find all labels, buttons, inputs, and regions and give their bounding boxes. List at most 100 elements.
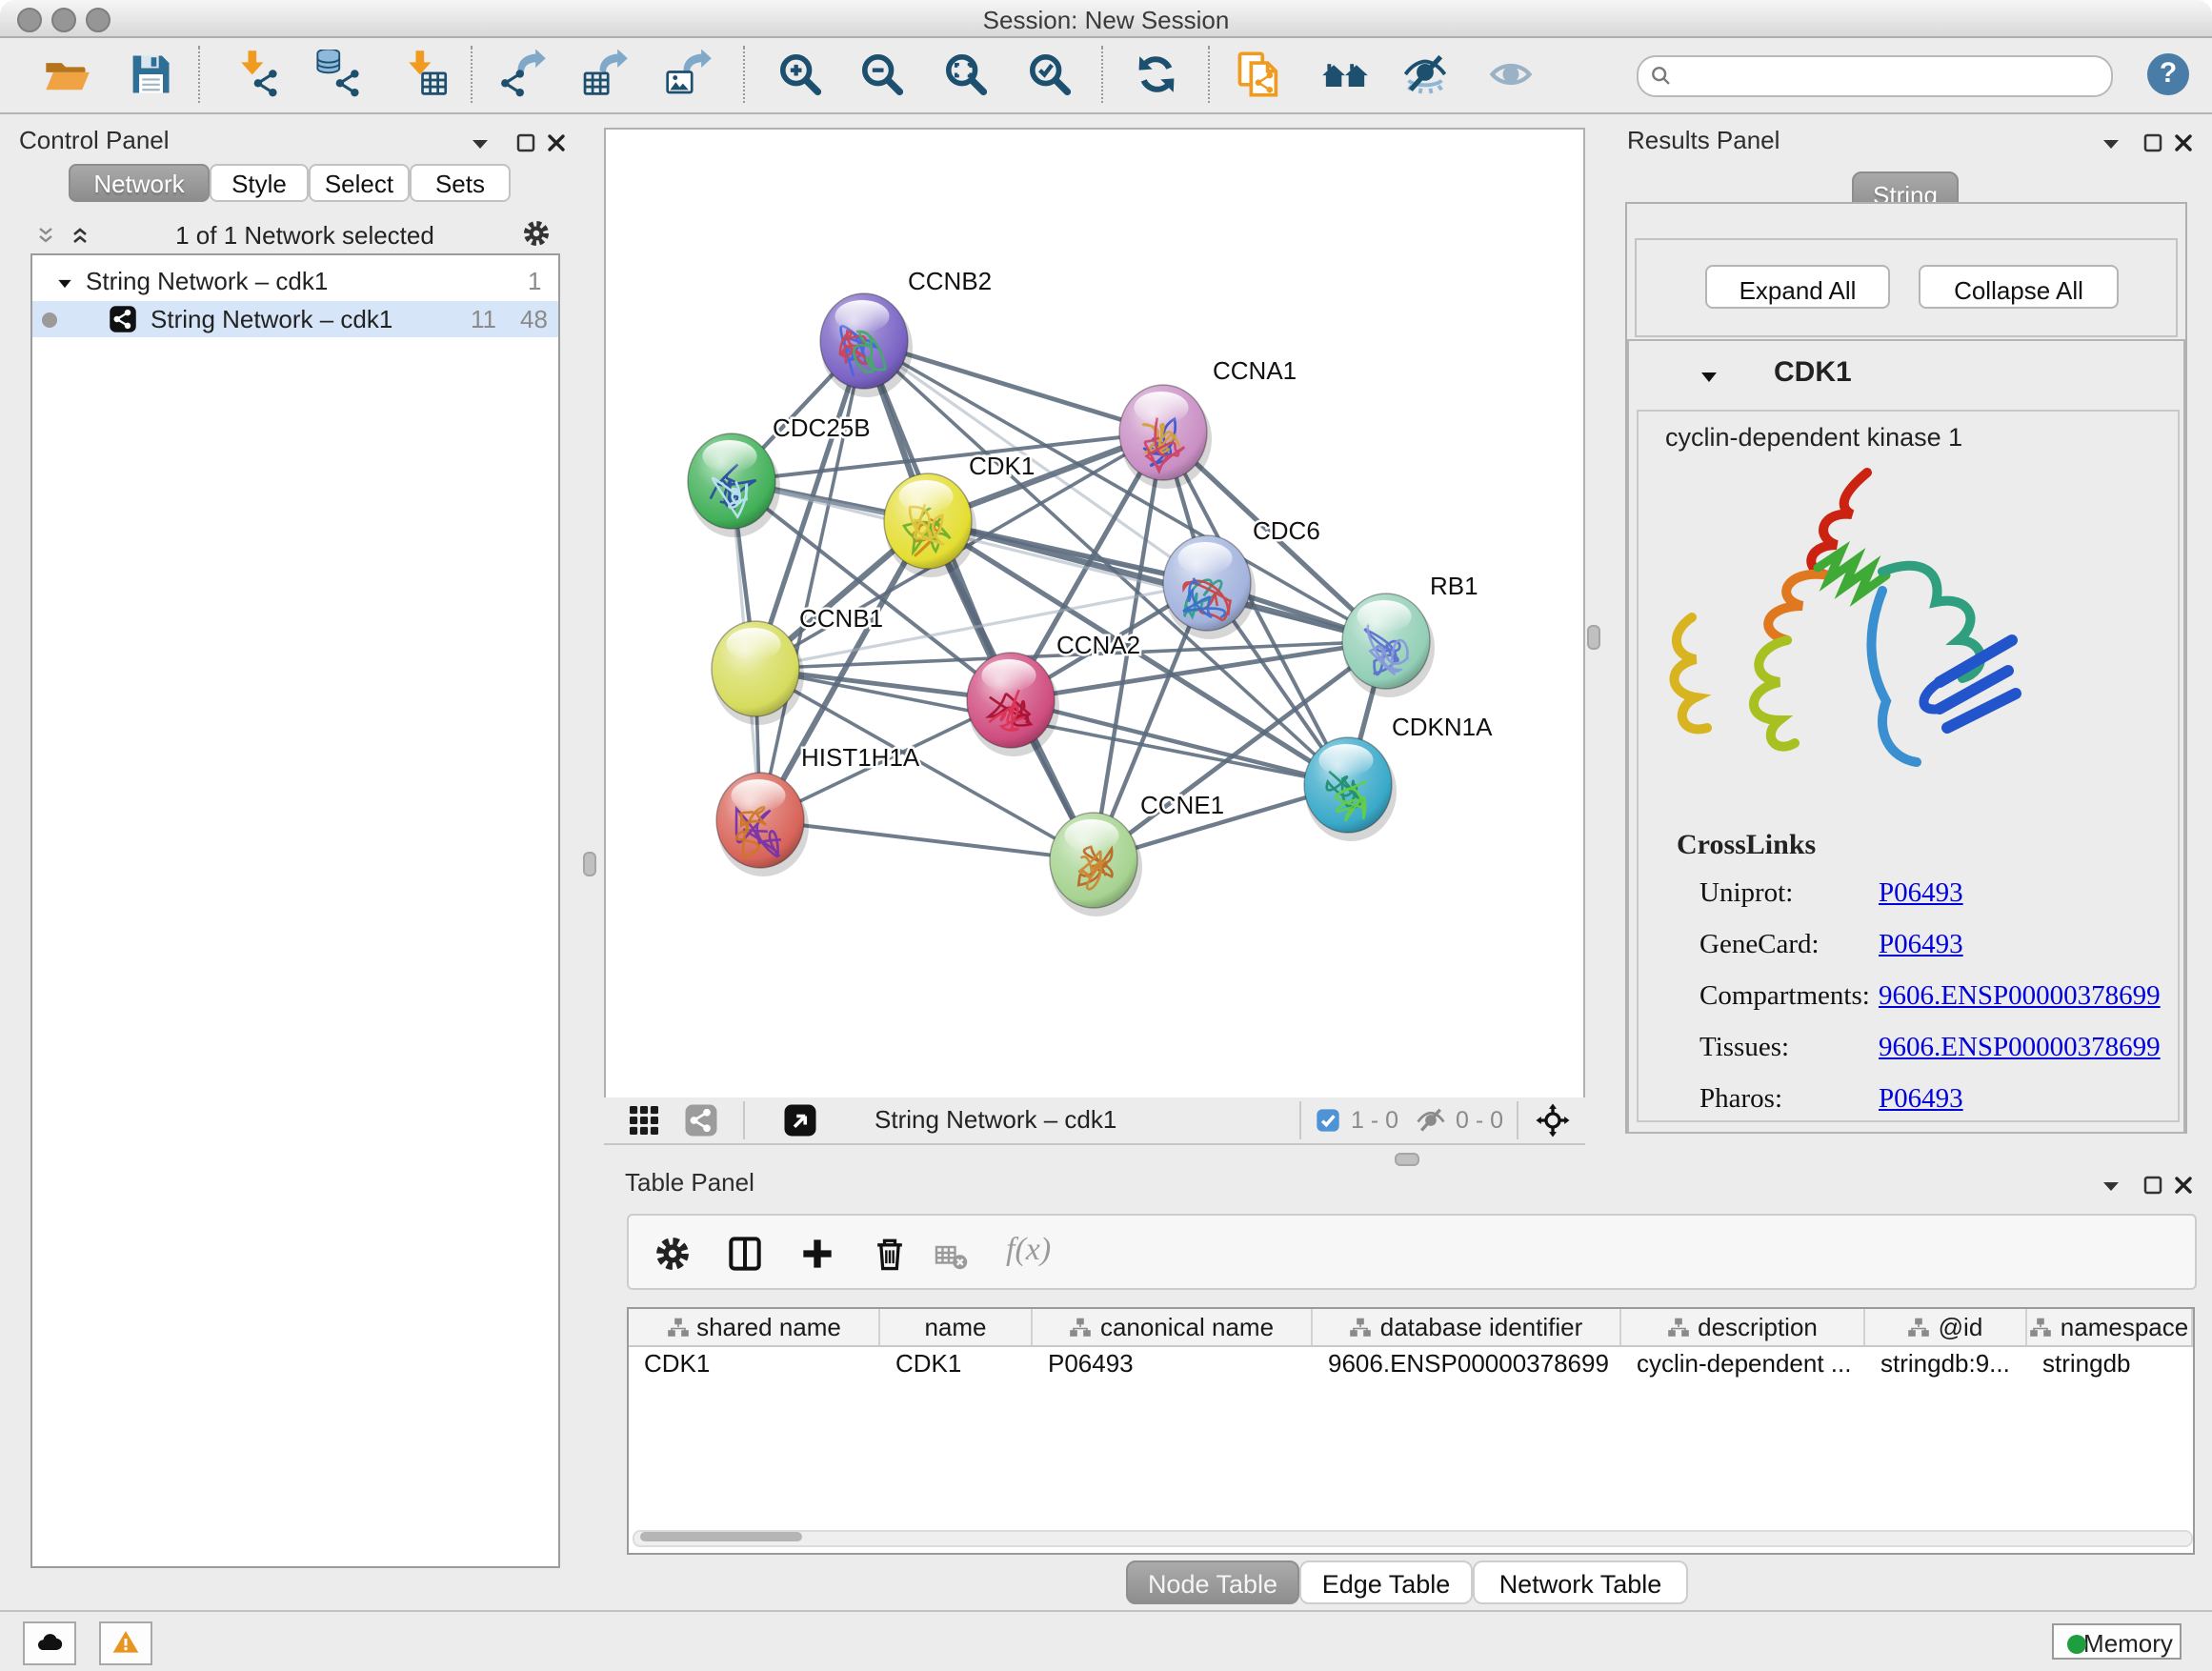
crosslink-link[interactable]: P06493: [1879, 878, 1963, 911]
network-node-HIST1H1A[interactable]: HIST1H1A: [716, 743, 920, 876]
hide-selected-icon[interactable]: [1400, 50, 1450, 99]
export-image-icon[interactable]: [665, 50, 714, 99]
show-all-icon[interactable]: [1486, 50, 1536, 99]
delete-column-trash-icon[interactable]: [869, 1233, 911, 1275]
tab-network-table[interactable]: Network Table: [1473, 1560, 1688, 1604]
expand-all-networks-icon[interactable]: [69, 223, 91, 246]
table-cell[interactable]: CDK1: [629, 1345, 880, 1383]
birds-eye-view-icon[interactable]: [783, 1103, 817, 1137]
table-cell[interactable]: CDK1: [880, 1345, 1033, 1383]
column-header-namespace[interactable]: namespace: [2027, 1309, 2193, 1345]
node-label: CCNA2: [1056, 631, 1140, 659]
string-view-icon[interactable]: [684, 1103, 718, 1137]
table-cell[interactable]: cyclin-dependent ...: [1621, 1345, 1865, 1383]
column-header-shared-name[interactable]: shared name: [629, 1309, 880, 1345]
network-row-selected[interactable]: String Network – cdk1 11 48: [32, 301, 558, 337]
collapse-all-networks-icon[interactable]: [34, 223, 57, 246]
column-header-canonical-name[interactable]: canonical name: [1033, 1309, 1313, 1345]
network-options-gear-icon[interactable]: [520, 217, 553, 250]
column-header-database-identifier[interactable]: database identifier: [1313, 1309, 1621, 1345]
scrollbar-thumb[interactable]: [640, 1532, 802, 1541]
memory-button[interactable]: Memory: [2052, 1623, 2182, 1660]
zoom-fit-icon[interactable]: [941, 50, 991, 99]
column-header-name[interactable]: name: [880, 1309, 1033, 1345]
table-cell[interactable]: stringdb: [2027, 1345, 2193, 1383]
zoom-in-icon[interactable]: [775, 50, 825, 99]
network-collection-row[interactable]: String Network – cdk1 1: [32, 265, 558, 301]
selected-checkbox-icon[interactable]: [1315, 1107, 1341, 1134]
table-row[interactable]: CDK1CDK1P064939606.ENSP00000378699cyclin…: [629, 1345, 2193, 1383]
network-node-CDKN1A[interactable]: CDKN1A: [1304, 713, 1493, 841]
network-edge[interactable]: [760, 820, 1094, 860]
cloud-status-button[interactable]: [23, 1621, 76, 1665]
crosslink-link[interactable]: P06493: [1879, 1084, 1963, 1117]
table-settings-gear-icon[interactable]: [652, 1233, 694, 1275]
open-file-icon[interactable]: [42, 50, 91, 99]
column-header-description[interactable]: description: [1621, 1309, 1865, 1345]
import-database-icon[interactable]: [314, 50, 364, 99]
results-panel-float-icon[interactable]: [2142, 130, 2164, 152]
refresh-icon[interactable]: [1132, 50, 1181, 99]
node-table[interactable]: shared namenamecanonical namedatabase id…: [627, 1307, 2195, 1555]
table-toolbar: f(x): [627, 1214, 2197, 1290]
crosslink-label: Pharos:: [1699, 1084, 1782, 1117]
search-box[interactable]: [1637, 55, 2113, 97]
table-cell[interactable]: stringdb:9...: [1865, 1345, 2027, 1383]
node-label: CCNB2: [908, 267, 992, 295]
export-table-icon[interactable]: [581, 50, 631, 99]
search-input[interactable]: [1680, 59, 2103, 93]
warnings-button[interactable]: [99, 1621, 152, 1665]
hidden-node-edge-counts: 0 - 0: [1456, 1107, 1503, 1134]
tab-style[interactable]: Style: [210, 164, 309, 202]
table-cell[interactable]: 9606.ENSP00000378699: [1313, 1345, 1621, 1383]
selected-node-edge-counts: 1 - 0: [1351, 1107, 1398, 1134]
control-panel-menu-icon[interactable]: [469, 131, 492, 154]
crosslink-link[interactable]: 9606.ENSP00000378699: [1879, 1033, 2161, 1065]
create-column-icon[interactable]: [796, 1233, 838, 1275]
results-panel-close-icon[interactable]: [2172, 130, 2195, 152]
gene-name: CDK1: [1774, 356, 1852, 389]
zoom-out-icon[interactable]: [857, 50, 907, 99]
column-header--id[interactable]: @id: [1865, 1309, 2027, 1345]
export-network-icon[interactable]: [499, 50, 549, 99]
collapse-triangle-icon[interactable]: [55, 274, 74, 293]
status-bar: Memory: [0, 1610, 2212, 1671]
table-panel-close-icon[interactable]: [2172, 1172, 2195, 1195]
table-panel-menu-icon[interactable]: [2100, 1174, 2122, 1197]
import-network-icon[interactable]: [232, 50, 282, 99]
control-panel-float-icon[interactable]: [514, 130, 537, 152]
hidden-eye-slash-icon[interactable]: [1414, 1103, 1448, 1137]
tab-select[interactable]: Select: [309, 164, 410, 202]
save-session-icon[interactable]: [126, 50, 175, 99]
help-button[interactable]: ?: [2147, 53, 2189, 95]
tab-node-table[interactable]: Node Table: [1126, 1560, 1299, 1604]
import-table-icon[interactable]: [400, 50, 450, 99]
crosslink-link[interactable]: P06493: [1879, 930, 1963, 962]
zoom-selected-icon[interactable]: [1025, 50, 1075, 99]
results-panel-menu-icon[interactable]: [2100, 131, 2122, 154]
table-cell[interactable]: P06493: [1033, 1345, 1313, 1383]
show-columns-icon[interactable]: [724, 1233, 766, 1275]
first-neighbors-icon[interactable]: [1320, 50, 1370, 99]
network-canvas[interactable]: CCNB2 CCNA1 CDC25B CDK1 CDC6 RB1 CCNB1 C…: [604, 128, 1585, 1099]
expand-all-button[interactable]: Expand All: [1705, 265, 1890, 309]
network-node-CCNE1[interactable]: CCNE1: [1050, 791, 1224, 916]
table-panel-float-icon[interactable]: [2142, 1172, 2164, 1195]
network-node-RB1[interactable]: RB1: [1342, 572, 1478, 697]
fit-content-crosshair-icon[interactable]: [1534, 1101, 1572, 1139]
tab-sets[interactable]: Sets: [410, 164, 511, 202]
network-node-CCNA1[interactable]: CCNA1: [1119, 356, 1297, 489]
horizontal-splitter-handle[interactable]: [1395, 1153, 1419, 1166]
duplicate-network-icon[interactable]: [1235, 50, 1284, 99]
right-splitter-handle[interactable]: [1587, 625, 1600, 650]
grid-view-icon[interactable]: [627, 1103, 661, 1137]
control-panel-close-icon[interactable]: [545, 130, 568, 152]
horizontal-scrollbar[interactable]: [633, 1530, 2193, 1547]
left-splitter-handle[interactable]: [583, 852, 596, 876]
collapse-all-button[interactable]: Collapse All: [1919, 265, 2119, 309]
crosslink-link[interactable]: 9606.ENSP00000378699: [1879, 981, 2161, 1014]
gene-collapse-triangle-icon[interactable]: [1698, 366, 1720, 389]
tab-edge-table[interactable]: Edge Table: [1299, 1560, 1473, 1604]
crosslink-label: Uniprot:: [1699, 878, 1793, 911]
tab-network[interactable]: Network: [69, 164, 210, 202]
